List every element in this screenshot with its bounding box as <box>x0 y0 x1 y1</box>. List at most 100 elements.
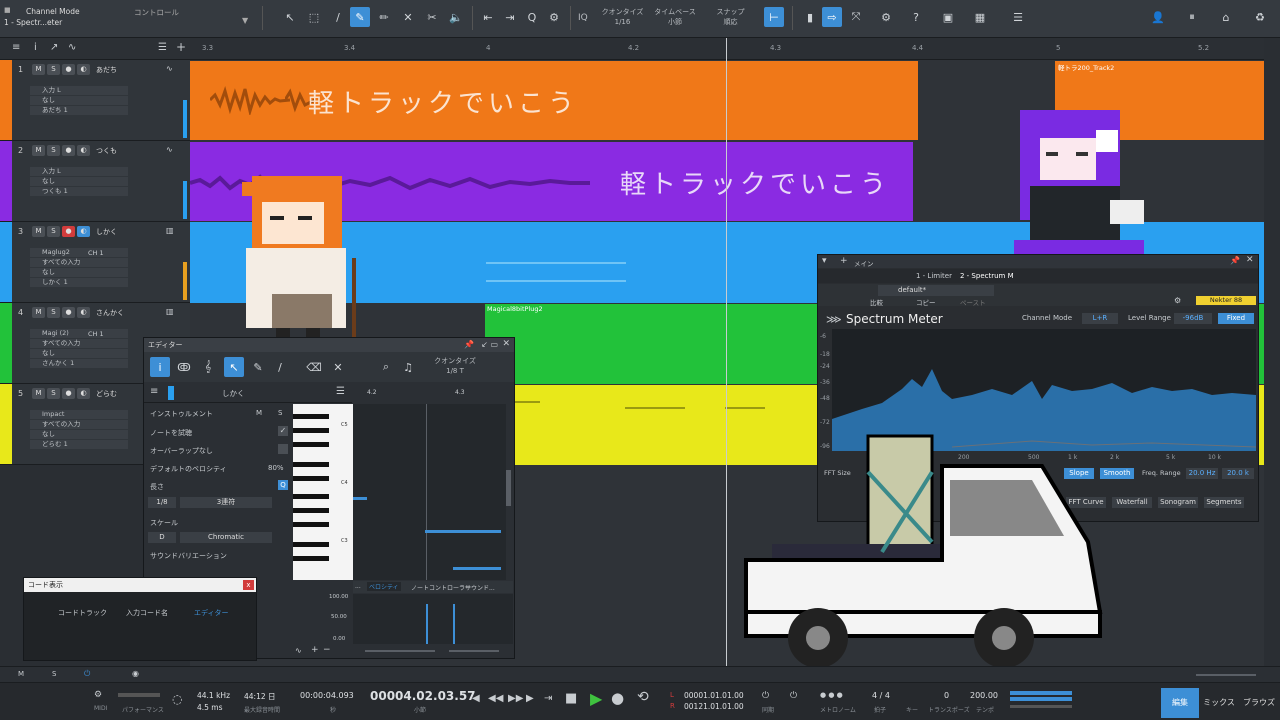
play-button[interactable]: ▶ <box>590 689 602 708</box>
loop-end[interactable]: 00121.01.01.00 <box>684 702 744 711</box>
solo-button[interactable]: S <box>47 226 60 237</box>
quantize-selector[interactable]: クオンタイズ 1/8 T <box>428 356 482 376</box>
level-range-dropdown[interactable]: -96dB <box>1174 313 1212 324</box>
velocity-bar[interactable] <box>453 604 455 644</box>
list-icon[interactable]: ☰ <box>336 386 345 397</box>
track-name[interactable]: あだち <box>96 65 117 75</box>
home-icon[interactable]: ⌂ <box>1216 7 1236 27</box>
fast-forward-button[interactable]: ▶▶ <box>508 693 523 704</box>
sonogram-button[interactable]: Sonogram <box>1158 497 1198 508</box>
quantize-selector[interactable]: クオンタイズ 1/16 <box>600 7 645 27</box>
velocity-lane[interactable] <box>353 594 513 644</box>
menu-icon[interactable]: ≡ <box>150 386 158 397</box>
close-icon[interactable]: ✕ <box>1246 255 1254 265</box>
fixed-toggle[interactable]: Fixed <box>1218 313 1254 324</box>
track-name[interactable]: さんかく <box>96 308 124 318</box>
range-tool-button[interactable]: ⬚ <box>304 7 324 27</box>
triplet-dropdown[interactable]: 3連符 <box>180 497 272 508</box>
quantize-icon[interactable]: Q <box>522 7 542 27</box>
help-icon[interactable]: ? <box>906 7 926 27</box>
browse-view-button[interactable]: ブラウズ <box>1240 688 1278 718</box>
copy-button[interactable]: コピー <box>916 297 936 307</box>
menu-icon[interactable]: ≡ <box>12 42 20 53</box>
record-arm-button[interactable]: ● <box>62 64 75 75</box>
bend-tool-button[interactable]: ✂ <box>422 7 442 27</box>
nekter-badge[interactable]: Nekter 88 <box>1196 296 1256 305</box>
track-io-dropdown[interactable]: あだち 1 <box>30 106 128 115</box>
track-header-3[interactable]: 3 M S ● ◐ しかく ▥ Maglug2 すべての入力 なし しかく 1 CH 1 <box>0 222 190 303</box>
segments-button[interactable]: Segments <box>1204 497 1244 508</box>
mute-tool-button[interactable]: ✕ <box>328 357 348 377</box>
pin-icon[interactable]: 📌 <box>464 340 474 349</box>
track-io-dropdown[interactable]: なし <box>30 430 128 439</box>
settings-icon[interactable]: ⚙ <box>876 7 896 27</box>
gear-icon[interactable]: ⚙ <box>1174 296 1181 305</box>
default-velocity-value[interactable]: 80% <box>268 464 284 472</box>
list-icon[interactable]: ☰ <box>158 42 167 53</box>
channel-mode-selector[interactable]: ■ Channel Mode 1 - Spectr...eter コントロール … <box>4 4 254 32</box>
inspector-icon[interactable]: i <box>34 42 37 53</box>
track-io-dropdown[interactable]: なし <box>30 177 128 186</box>
mute-button[interactable]: M <box>32 226 45 237</box>
close-icon[interactable]: ✕ <box>502 339 510 349</box>
loop-icon[interactable]: ↂ <box>174 357 194 377</box>
record-arm-button[interactable]: ● <box>62 307 75 318</box>
metronome-settings-icon[interactable]: ⏻ <box>790 691 797 701</box>
line-tool-button[interactable]: / <box>270 357 290 377</box>
autoscroll-button[interactable]: ▮ <box>800 7 820 27</box>
mute-button[interactable]: M <box>32 388 45 399</box>
zoom-slider[interactable] <box>1196 674 1256 676</box>
input-chord-option[interactable]: 入力コード名 <box>126 608 168 618</box>
track-io-dropdown[interactable]: Impact <box>30 410 128 419</box>
grid-icon[interactable]: ▦ <box>970 7 990 27</box>
arrow-tool-button[interactable]: ↖ <box>280 7 300 27</box>
paint-tool-button[interactable]: ✏ <box>374 7 394 27</box>
solo-button[interactable]: S <box>278 409 282 417</box>
listen-tool-button[interactable]: 🔈 <box>446 7 466 27</box>
monitor-icon[interactable]: ◉ <box>132 669 139 678</box>
solo-button[interactable]: S <box>47 64 60 75</box>
curve-icon[interactable]: ∿ <box>295 646 302 655</box>
paste-button[interactable]: ペースト <box>960 297 986 307</box>
midi-mode-button[interactable]: M <box>18 670 24 678</box>
remove-icon[interactable]: − <box>323 645 331 655</box>
timebase-selector[interactable]: タイムベース 小節 <box>650 7 700 27</box>
follow-button[interactable]: ⇨ <box>822 7 842 27</box>
tab-velocity[interactable]: ベロシティ <box>367 582 401 591</box>
treble-icon[interactable]: 𝄞 <box>198 357 218 377</box>
nudge-right-button[interactable]: ⇥ <box>500 7 520 27</box>
recycle-icon[interactable]: ♻ <box>1250 7 1270 27</box>
eraser-tool-button[interactable]: ✎ <box>350 7 370 27</box>
mute-button[interactable]: M <box>32 64 45 75</box>
monitor-button[interactable]: ◐ <box>77 64 90 75</box>
snap-toggle-button[interactable]: ⊢ <box>764 7 784 27</box>
mute-button[interactable]: M <box>32 307 45 318</box>
add-track-icon[interactable]: + <box>176 40 186 54</box>
tempo-value[interactable]: 200.00 <box>970 691 998 700</box>
scrollbar[interactable] <box>506 470 511 506</box>
crossfade-button[interactable]: ⤧ <box>846 7 866 27</box>
overlap-checkbox[interactable] <box>278 444 288 454</box>
midi-channel[interactable]: CH 1 <box>88 330 104 338</box>
timeline-ruler[interactable]: 3.3 3.4 4 4.2 4.3 4.4 5 5.2 <box>190 38 1264 60</box>
track-io-dropdown[interactable]: Magi (2) <box>30 329 128 338</box>
mix-view-button[interactable]: ミックス <box>1200 688 1238 718</box>
solo-button[interactable]: S <box>47 307 60 318</box>
note-grid[interactable] <box>353 404 506 580</box>
add-icon[interactable]: + <box>311 645 319 655</box>
search-icon[interactable]: ⌕ <box>376 357 396 377</box>
record-arm-button[interactable]: ● <box>62 145 75 156</box>
channel-mode-dropdown[interactable]: L+R <box>1082 313 1118 324</box>
track-io-dropdown[interactable]: なし <box>30 268 128 277</box>
preset-dropdown[interactable]: default* <box>878 285 994 296</box>
velocity-bar[interactable] <box>426 604 428 644</box>
playhead[interactable] <box>726 38 727 670</box>
skip-forward-button[interactable]: ▶ <box>526 693 534 704</box>
chord-track-option[interactable]: コードトラック <box>58 608 107 618</box>
track-io-dropdown[interactable]: なし <box>30 349 128 358</box>
piano-keyboard[interactable]: C5 C4 C3 <box>293 404 353 580</box>
add-icon[interactable]: + <box>840 256 848 266</box>
track-io-dropdown[interactable]: 入力 L <box>30 86 128 95</box>
track-io-dropdown[interactable]: すべての入力 <box>30 339 128 348</box>
track-io-dropdown[interactable]: どらむ 1 <box>30 440 128 449</box>
